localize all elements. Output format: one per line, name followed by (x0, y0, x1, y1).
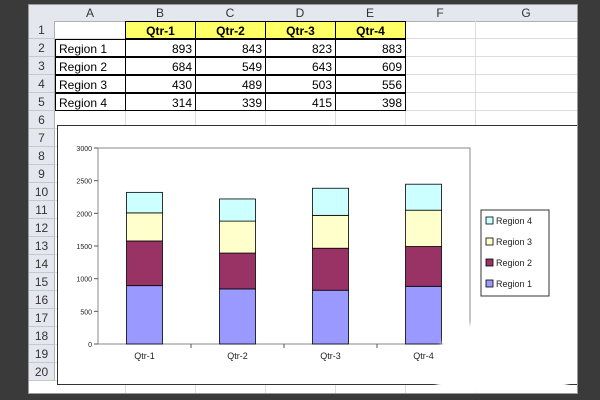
bar-segment (126, 212, 163, 242)
column-header-c[interactable]: C (195, 5, 266, 22)
row-header-9[interactable]: 9 (29, 165, 55, 183)
table-value-cell[interactable]: 503 (265, 75, 336, 93)
y-tick-label: 1500 (76, 244, 92, 251)
bar-segment (219, 220, 256, 254)
row-header-10[interactable]: 10 (29, 183, 55, 201)
legend-swatch (485, 258, 494, 267)
row-header-4[interactable]: 4 (29, 75, 55, 93)
row-header-19[interactable]: 19 (29, 345, 55, 363)
column-header-b[interactable]: B (125, 5, 196, 22)
row-header-13[interactable]: 13 (29, 237, 55, 255)
row-header-16[interactable]: 16 (29, 291, 55, 309)
white-overlay (437, 323, 567, 393)
table-value-cell[interactable]: 684 (125, 57, 196, 75)
row-header-1[interactable]: 1 (29, 21, 55, 39)
bar-segment (405, 209, 442, 247)
table-header-cell[interactable]: Qtr-1 (125, 21, 196, 39)
y-tick-label: 2500 (76, 179, 92, 186)
column-header-a[interactable]: A (55, 5, 126, 22)
bar-segment (405, 183, 442, 211)
table-header-cell[interactable]: Qtr-3 (265, 21, 336, 39)
column-header-g[interactable]: G (475, 5, 577, 22)
y-tick-label: 3000 (76, 146, 92, 153)
x-tick-label: Qtr-4 (413, 351, 434, 361)
x-tick-label: Qtr-1 (134, 351, 155, 361)
table-value-cell[interactable]: 549 (195, 57, 266, 75)
table-value-cell[interactable]: 556 (335, 75, 406, 93)
legend-label: Region 1 (496, 279, 532, 289)
column-header-e[interactable]: E (335, 5, 406, 22)
table-value-cell[interactable]: 893 (125, 39, 196, 57)
column-header-f[interactable]: F (405, 5, 476, 22)
y-tick-label: 1000 (76, 277, 92, 284)
table-header-cell[interactable]: Qtr-2 (195, 21, 266, 39)
table-value-cell[interactable]: 643 (265, 57, 336, 75)
bar-segment (219, 198, 256, 222)
bar-segment (219, 252, 256, 290)
table-value-cell[interactable]: 609 (335, 57, 406, 75)
row-header-17[interactable]: 17 (29, 309, 55, 327)
row-header-14[interactable]: 14 (29, 255, 55, 273)
bar-segment (126, 240, 163, 287)
row-label-cell[interactable]: Region 1 (55, 39, 126, 57)
legend-swatch (485, 216, 494, 225)
table-value-cell[interactable]: 314 (125, 93, 196, 111)
table-value-cell[interactable]: 339 (195, 93, 266, 111)
y-tick-label: 2000 (76, 211, 92, 218)
legend-label: Region 3 (496, 237, 532, 247)
table-header-cell[interactable]: Qtr-4 (335, 21, 406, 39)
row-header-18[interactable]: 18 (29, 327, 55, 345)
row-header-2[interactable]: 2 (29, 39, 55, 57)
row-label-cell[interactable]: Region 2 (55, 57, 126, 75)
row-header-6[interactable]: 6 (29, 111, 55, 129)
table-value-cell[interactable]: 415 (265, 93, 336, 111)
bar-segment (312, 289, 349, 345)
legend-label: Region 4 (496, 216, 532, 226)
bar-segment (405, 285, 442, 345)
row-label-cell[interactable]: Region 4 (55, 93, 126, 111)
row-header-7[interactable]: 7 (29, 129, 55, 147)
table-value-cell[interactable]: 883 (335, 39, 406, 57)
row-header-15[interactable]: 15 (29, 273, 55, 291)
row-header-12[interactable]: 12 (29, 219, 55, 237)
table-value-cell[interactable]: 843 (195, 39, 266, 57)
select-all-corner[interactable] (29, 5, 56, 22)
y-tick-label: 500 (80, 309, 92, 316)
row-header-5[interactable]: 5 (29, 93, 55, 111)
bar-segment (126, 191, 163, 214)
y-tick-label: 0 (88, 342, 92, 349)
bar-segment (219, 288, 256, 345)
bar-segment (312, 187, 349, 216)
legend-swatch (485, 237, 494, 246)
x-tick-label: Qtr-2 (227, 351, 248, 361)
bar-segment (126, 285, 163, 345)
row-header-20[interactable]: 20 (29, 363, 55, 381)
table-value-cell[interactable]: 823 (265, 39, 336, 57)
row-header-11[interactable]: 11 (29, 201, 55, 219)
bar-segment (312, 214, 349, 249)
legend-swatch (485, 279, 494, 288)
table-value-cell[interactable]: 398 (335, 93, 406, 111)
bar-segment (312, 247, 349, 291)
bar-segment (405, 246, 442, 287)
x-tick-label: Qtr-3 (320, 351, 341, 361)
spreadsheet: ABCDEFG 1 2 3 4 5 6 7 8 9 10 11 12 13 14 15 16 17 18 19 20 … (28, 4, 578, 394)
gridline (577, 21, 578, 393)
table-value-cell[interactable]: 430 (125, 75, 196, 93)
row-label-cell[interactable]: Region 3 (55, 75, 126, 93)
column-header-d[interactable]: D (265, 5, 336, 22)
row-header-8[interactable]: 8 (29, 147, 55, 165)
legend-label: Region 2 (496, 258, 532, 268)
row-header-3[interactable]: 3 (29, 57, 55, 75)
table-value-cell[interactable]: 489 (195, 75, 266, 93)
